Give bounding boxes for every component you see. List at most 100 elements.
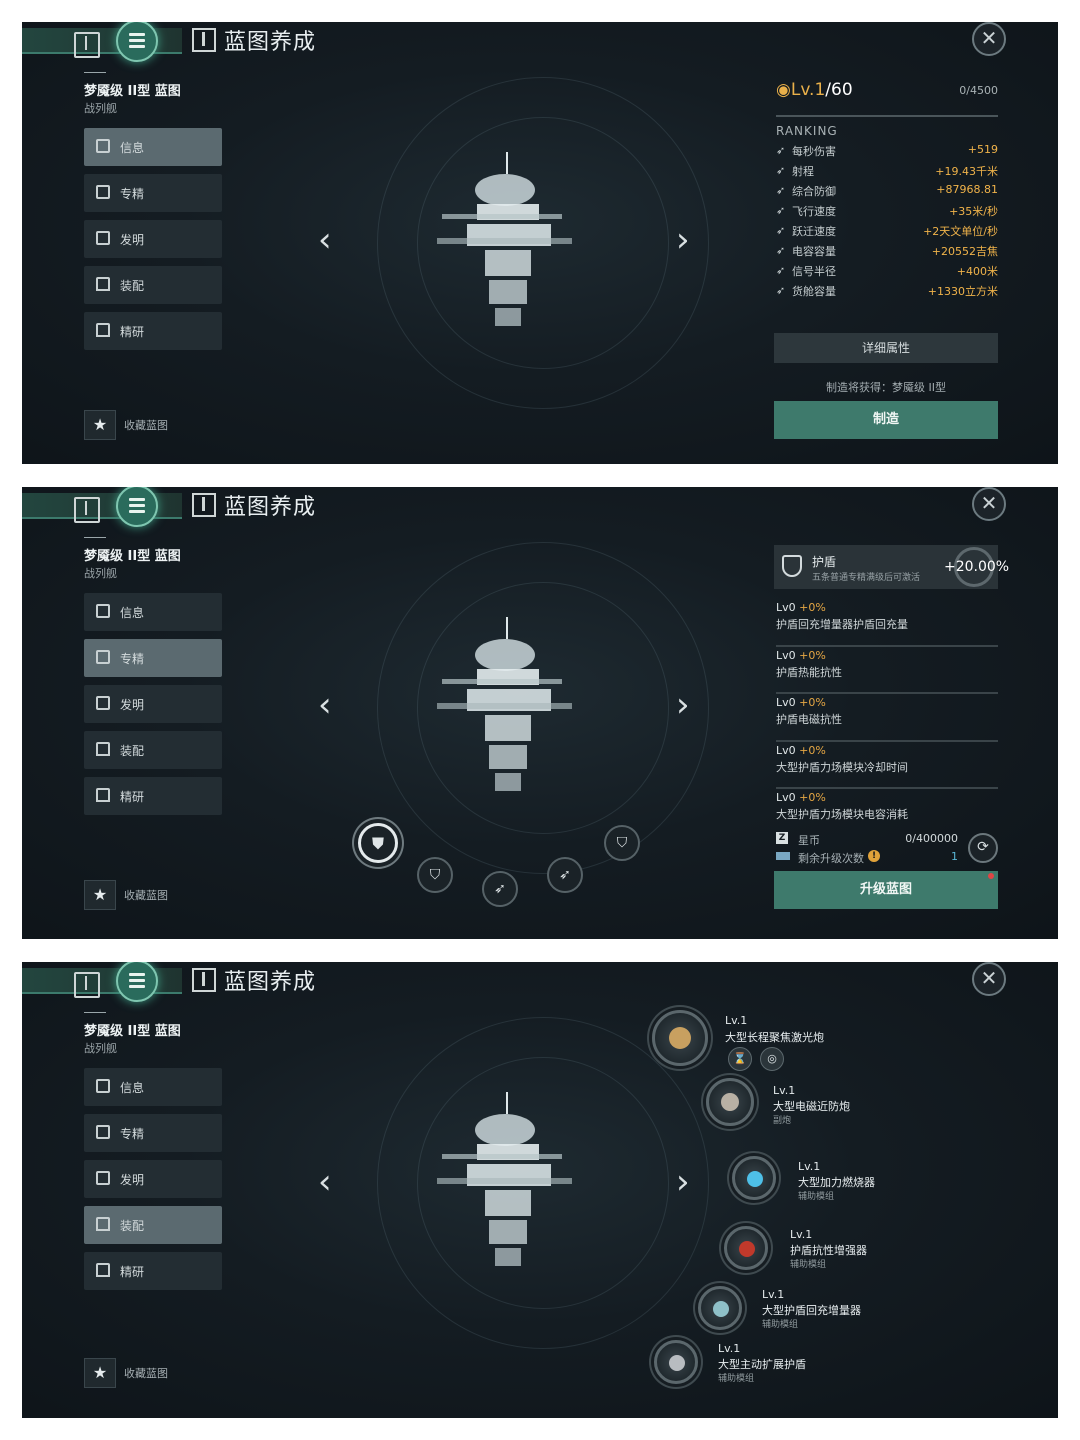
menu-button[interactable] — [116, 487, 158, 527]
spec-row[interactable]: Lv0 +0% 护盾电磁抗性 — [776, 694, 998, 742]
wing-node[interactable]: ➶ — [482, 871, 518, 907]
nav-label: 装配 — [120, 744, 145, 758]
favorite-blueprint[interactable]: ★ 收藏蓝图 — [84, 1358, 224, 1388]
side-nav: 信息 专精 发明 装配 精研 — [84, 128, 222, 358]
ship-model — [437, 1092, 572, 1266]
spec-row[interactable]: Lv0 +0% 护盾回充增量器护盾回充量 — [776, 599, 998, 647]
prev-arrow[interactable]: ‹ — [318, 685, 332, 725]
menu-button[interactable] — [116, 962, 158, 1002]
shield-hardener-icon[interactable] — [724, 1226, 768, 1270]
ship-class: 战列舰 — [84, 567, 117, 580]
stat-list: ➶ 每秒伤害 +519 ➶ 射程 +19.43千米 ➶ 综合防御 +87968.81 ➶ 飞行… — [776, 142, 998, 302]
lock-icon — [96, 1263, 110, 1277]
afterburner-icon[interactable] — [732, 1156, 776, 1200]
blueprint-home-icon[interactable] — [74, 972, 100, 998]
shield-recharger-icon[interactable] — [698, 1286, 742, 1330]
nav-item-info[interactable]: 信息 — [84, 128, 222, 166]
page-title: 蓝图养成 — [224, 495, 317, 520]
blueprint-home-icon[interactable] — [74, 32, 100, 58]
xp-value: 0/4500 — [959, 84, 998, 97]
nav-item-info[interactable]: 信息 — [84, 1068, 222, 1106]
blueprint-icon — [192, 493, 216, 517]
info-icon — [96, 1079, 110, 1093]
prev-arrow[interactable]: ‹ — [318, 220, 332, 260]
prev-arrow[interactable]: ‹ — [318, 1162, 332, 1202]
nav-item-specialization[interactable]: 专精 — [84, 639, 222, 677]
nav-label: 装配 — [120, 1219, 145, 1233]
nav-item-info[interactable]: 信息 — [84, 593, 222, 631]
shield-node-selected[interactable]: ⛊ — [358, 823, 398, 863]
detail-attributes-button[interactable]: 详细属性 — [774, 333, 998, 363]
nav-label: 精研 — [120, 325, 145, 339]
notification-dot — [988, 873, 994, 879]
next-arrow[interactable]: › — [676, 220, 690, 260]
nav-item-assembly[interactable]: 装配 — [84, 731, 222, 769]
star-icon[interactable]: ★ — [84, 1358, 116, 1388]
spec-row[interactable]: Lv0 +0% 护盾热能抗性 — [776, 647, 998, 694]
next-arrow[interactable]: › — [676, 685, 690, 725]
favorite-blueprint[interactable]: ★ 收藏蓝图 — [84, 410, 224, 440]
nav-item-specialization[interactable]: 专精 — [84, 174, 222, 212]
nav-item-invention[interactable]: 发明 — [84, 685, 222, 723]
info-icon — [96, 604, 110, 618]
nav-item-assembly[interactable]: 装配 — [84, 1206, 222, 1244]
top-bar-tab — [22, 493, 182, 523]
star-icon[interactable]: ★ — [84, 880, 116, 910]
shield-desc: 五条普通专精满级后可激活 — [812, 573, 921, 583]
nav-label: 信息 — [120, 1081, 145, 1095]
laser-cannon-icon[interactable] — [652, 1010, 708, 1066]
nav-item-invention[interactable]: 发明 — [84, 1160, 222, 1198]
shield-node[interactable]: ⛉ — [417, 857, 453, 893]
shield-master-spec[interactable]: 护盾 五条普通专精满级后可激活 +20.00% — [774, 545, 1009, 589]
nav-item-invention[interactable]: 发明 — [84, 220, 222, 258]
invention-icon — [96, 696, 110, 710]
blueprint-home-icon[interactable] — [74, 497, 100, 523]
menu-button[interactable] — [116, 22, 158, 62]
upgrade-blueprint-button[interactable]: 升级蓝图 — [774, 871, 998, 909]
hourglass-icon[interactable]: ⌛ — [728, 1047, 752, 1071]
top-bar: 蓝图养成 ✕ — [22, 962, 1058, 1002]
shield-extender-icon[interactable] — [654, 1340, 698, 1384]
star-icon[interactable]: ★ — [84, 410, 116, 440]
nav-label: 发明 — [120, 1173, 145, 1187]
lock-icon — [96, 1217, 110, 1231]
wing-node[interactable]: ➶ — [547, 857, 583, 893]
ranking-label: RANKING — [776, 124, 838, 138]
level-row: ◉Lv.1/60 0/4500 — [776, 80, 998, 100]
point-defense-icon[interactable] — [706, 1078, 754, 1126]
blueprint-icon — [192, 28, 216, 52]
nav-label: 精研 — [120, 790, 145, 804]
coin-label: 星币 — [798, 834, 820, 847]
nav-item-research[interactable]: 精研 — [84, 777, 222, 815]
info-warning-icon[interactable]: ! — [868, 850, 880, 862]
nav-item-assembly[interactable]: 装配 — [84, 266, 222, 304]
panel-specialization: 蓝图养成 ✕ 梦魇级 II型 蓝图 战列舰 信息 专精 发明 装配 精研 ★ 收… — [22, 487, 1058, 939]
xp-progress-bar — [776, 115, 998, 117]
upgrade-arrow-icon: ➶ — [776, 244, 786, 257]
upgrade-arrow-icon: ➶ — [776, 184, 786, 197]
shield-node[interactable]: ⛉ — [604, 825, 640, 861]
refresh-icon[interactable]: ⟳ — [968, 833, 998, 863]
close-button[interactable]: ✕ — [972, 22, 1006, 56]
ammo-icon[interactable]: ◎ — [760, 1047, 784, 1071]
favorite-blueprint[interactable]: ★ 收藏蓝图 — [84, 880, 224, 910]
invention-icon — [96, 231, 110, 245]
ship-class: 战列舰 — [84, 1042, 117, 1055]
close-button[interactable]: ✕ — [972, 487, 1006, 521]
side-nav: 信息 专精 发明 装配 精研 — [84, 593, 222, 823]
nav-label: 专精 — [120, 652, 145, 666]
nav-item-specialization[interactable]: 专精 — [84, 1114, 222, 1152]
next-arrow[interactable]: › — [676, 1162, 690, 1202]
craft-button[interactable]: 制造 — [774, 401, 998, 439]
upgrade-arrow-icon: ➶ — [776, 284, 786, 297]
specialization-icon — [96, 185, 110, 199]
lock-icon — [96, 742, 110, 756]
nav-label: 信息 — [120, 141, 145, 155]
close-button[interactable]: ✕ — [972, 962, 1006, 996]
spec-row[interactable]: Lv0 +0% 大型护盾力场模块冷却时间 — [776, 742, 998, 789]
upgrade-arrow-icon: ➶ — [776, 224, 786, 237]
nav-item-research[interactable]: 精研 — [84, 312, 222, 350]
nav-item-research[interactable]: 精研 — [84, 1252, 222, 1290]
invention-icon — [96, 1171, 110, 1185]
spec-row[interactable]: Lv0 +0% 大型护盾力场模块电容消耗 — [776, 789, 998, 837]
